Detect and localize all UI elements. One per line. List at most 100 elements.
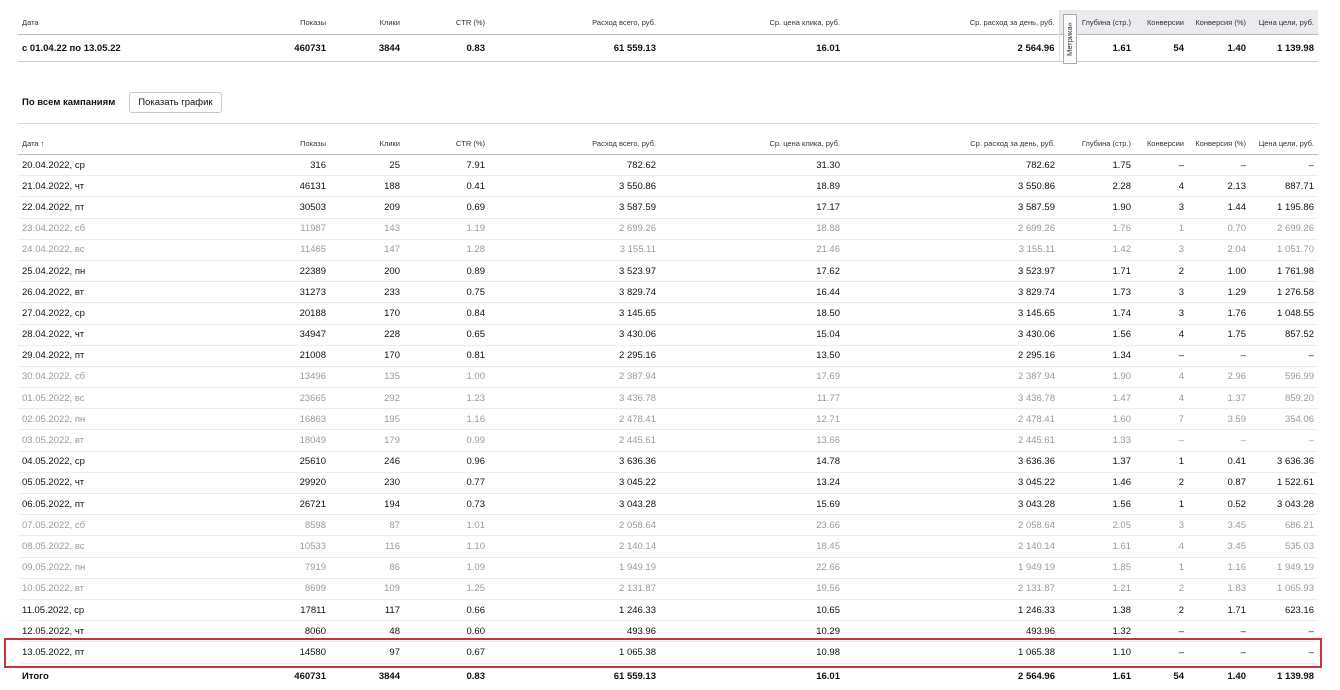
cell-ctr: 0.65 (404, 324, 489, 346)
cell-impressions: 13496 (218, 366, 330, 389)
cell-impressions: 11987 (218, 218, 330, 240)
cell-date: 01.05.2022, вс (18, 387, 218, 410)
cell-avg-cpc: 10.65 (660, 599, 844, 622)
summary-table: Дата Показы Клики CTR (%) Расход всего, … (18, 10, 1318, 62)
cell-avg-daily-spend: 3 155.11 (844, 239, 1059, 261)
cell-avg-cpc: 13.50 (660, 345, 844, 367)
col-header-impressions[interactable]: Показы (218, 10, 330, 35)
table-row: 21.04.2022, чт 46131 188 0.41 3 550.86 18.89 3… (18, 175, 1318, 198)
cell-conversions: 3 (1135, 196, 1188, 219)
cell-avg-daily-spend: 1 949.19 (844, 557, 1059, 579)
cell-depth: 1.47 (1059, 387, 1135, 410)
cell-impressions: 8699 (218, 578, 330, 600)
cell-spend: 3 587.59 (489, 196, 660, 219)
cell-depth: 1.38 (1059, 599, 1135, 622)
cell-avg-daily-spend: 3 829.74 (844, 281, 1059, 304)
cell-avg-cpc: 18.88 (660, 218, 844, 240)
metrika-toggle[interactable]: Метрика« (1063, 14, 1077, 64)
summary-clicks: 3844 (330, 34, 404, 62)
table-row: 26.04.2022, вт 31273 233 0.75 3 829.74 16.44 3… (18, 281, 1318, 304)
cell-avg-daily-spend: 1 246.33 (844, 599, 1059, 622)
cell-avg-daily-spend: 3 436.78 (844, 387, 1059, 410)
cell-date: 29.04.2022, пт (18, 345, 218, 367)
cell-impressions: 23665 (218, 387, 330, 410)
table-row: 01.05.2022, вс 23665 292 1.23 3 436.78 11.77 3… (18, 387, 1318, 410)
cell-conversions: 4 (1135, 366, 1188, 389)
table-row: 24.04.2022, вс 11465 147 1.28 3 155.11 21.46 3… (18, 239, 1318, 261)
col-header-goal-cost[interactable]: Цена цели, руб. (1250, 10, 1318, 35)
cell-ctr: 1.00 (404, 366, 489, 389)
cell-avg-cpc: 19.56 (660, 578, 844, 600)
cell-date: 28.04.2022, чт (18, 324, 218, 346)
cell-avg-daily-spend: 2 699.26 (844, 218, 1059, 240)
col-header-clicks[interactable]: Клики (330, 10, 404, 35)
col-header-date-sortable[interactable]: Дата ↑ (18, 132, 218, 155)
col-header-clicks[interactable]: Клики (330, 132, 404, 155)
cell-ctr: 0.89 (404, 260, 489, 283)
col-header-spend-total[interactable]: Расход всего, руб. (489, 10, 660, 35)
cell-impressions: 16863 (218, 408, 330, 431)
cell-conversion-rate: 1.83 (1188, 578, 1250, 600)
summary-conversions: 54 (1135, 34, 1188, 62)
show-chart-button[interactable]: Показать график (129, 92, 222, 113)
col-header-conversions[interactable]: Конверсии (1135, 132, 1188, 155)
col-header-avg-daily-spend[interactable]: Ср. расход за день, руб. (844, 10, 1059, 35)
cell-depth: 2.05 (1059, 514, 1135, 537)
table-row: 20.04.2022, ср 316 25 7.91 782.62 31.30 782.62… (18, 154, 1318, 177)
cell-spend: 3 045.22 (489, 472, 660, 495)
table-row: 05.05.2022, чт 29920 230 0.77 3 045.22 13.24 3… (18, 472, 1318, 495)
cell-depth: 1.61 (1059, 535, 1135, 558)
section-divider (18, 123, 1318, 124)
cell-avg-cpc: 13.66 (660, 429, 844, 452)
col-header-conversion-rate[interactable]: Конверсия (%) (1188, 10, 1250, 35)
cell-conversion-rate: 1.37 (1188, 387, 1250, 410)
col-header-conversion-rate[interactable]: Конверсия (%) (1188, 132, 1250, 155)
cell-spend: 2 131.87 (489, 578, 660, 600)
cell-avg-daily-spend: 2 131.87 (844, 578, 1059, 600)
cell-conversions: 3 (1135, 302, 1188, 325)
cell-depth: 1.85 (1059, 557, 1135, 579)
cell-date: 04.05.2022, ср (18, 451, 218, 473)
cell-avg-daily-spend: 2 387.94 (844, 366, 1059, 389)
col-header-ctr[interactable]: CTR (%) (404, 10, 489, 35)
cell-conversions: 3 (1135, 239, 1188, 261)
cell-impressions: 31273 (218, 281, 330, 304)
summary-period: с 01.04.22 по 13.05.22 (18, 34, 218, 62)
cell-goal-cost: 1 761.98 (1250, 260, 1318, 283)
cell-spend: 2 699.26 (489, 218, 660, 240)
col-header-goal-cost[interactable]: Цена цели, руб. (1250, 132, 1318, 155)
col-header-depth[interactable]: Глубина (стр.) (1059, 132, 1135, 155)
cell-depth: 1.21 (1059, 578, 1135, 600)
cell-depth: 1.75 (1059, 154, 1135, 177)
cell-spend: 3 550.86 (489, 175, 660, 198)
cell-clicks: 233 (330, 281, 404, 304)
cell-date: 26.04.2022, вт (18, 281, 218, 304)
col-header-date[interactable]: Дата (18, 10, 218, 35)
col-header-spend-total[interactable]: Расход всего, руб. (489, 132, 660, 155)
cell-ctr: 0.75 (404, 281, 489, 304)
cell-spend: 3 430.06 (489, 324, 660, 346)
col-header-avg-daily-spend[interactable]: Ср. расход за день, руб. (844, 132, 1059, 155)
cell-impressions: 316 (218, 154, 330, 177)
col-header-conversions[interactable]: Конверсии (1135, 10, 1188, 35)
cell-goal-cost: 1 522.61 (1250, 472, 1318, 495)
cell-ctr: 1.10 (404, 535, 489, 558)
cell-conversions: 1 (1135, 218, 1188, 240)
col-header-ctr[interactable]: CTR (%) (404, 132, 489, 155)
table-row: 09.05.2022, пн 7919 86 1.09 1 949.19 22.66 1 9… (18, 557, 1318, 579)
col-header-avg-cpc[interactable]: Ср. цена клика, руб. (660, 132, 844, 155)
cell-goal-cost: 2 699.26 (1250, 218, 1318, 240)
cell-conversions: 2 (1135, 472, 1188, 495)
cell-ctr: 0.66 (404, 599, 489, 622)
cell-ctr: 1.19 (404, 218, 489, 240)
cell-conversion-rate: 1.76 (1188, 302, 1250, 325)
cell-avg-cpc: 18.50 (660, 302, 844, 325)
col-header-avg-cpc[interactable]: Ср. цена клика, руб. (660, 10, 844, 35)
cell-clicks: 170 (330, 345, 404, 367)
cell-avg-cpc: 11.77 (660, 387, 844, 410)
cell-date: 23.04.2022, сб (18, 218, 218, 240)
col-header-impressions[interactable]: Показы (218, 132, 330, 155)
cell-avg-daily-spend: 782.62 (844, 154, 1059, 177)
cell-impressions: 10533 (218, 535, 330, 558)
cell-date: 22.04.2022, пт (18, 196, 218, 219)
